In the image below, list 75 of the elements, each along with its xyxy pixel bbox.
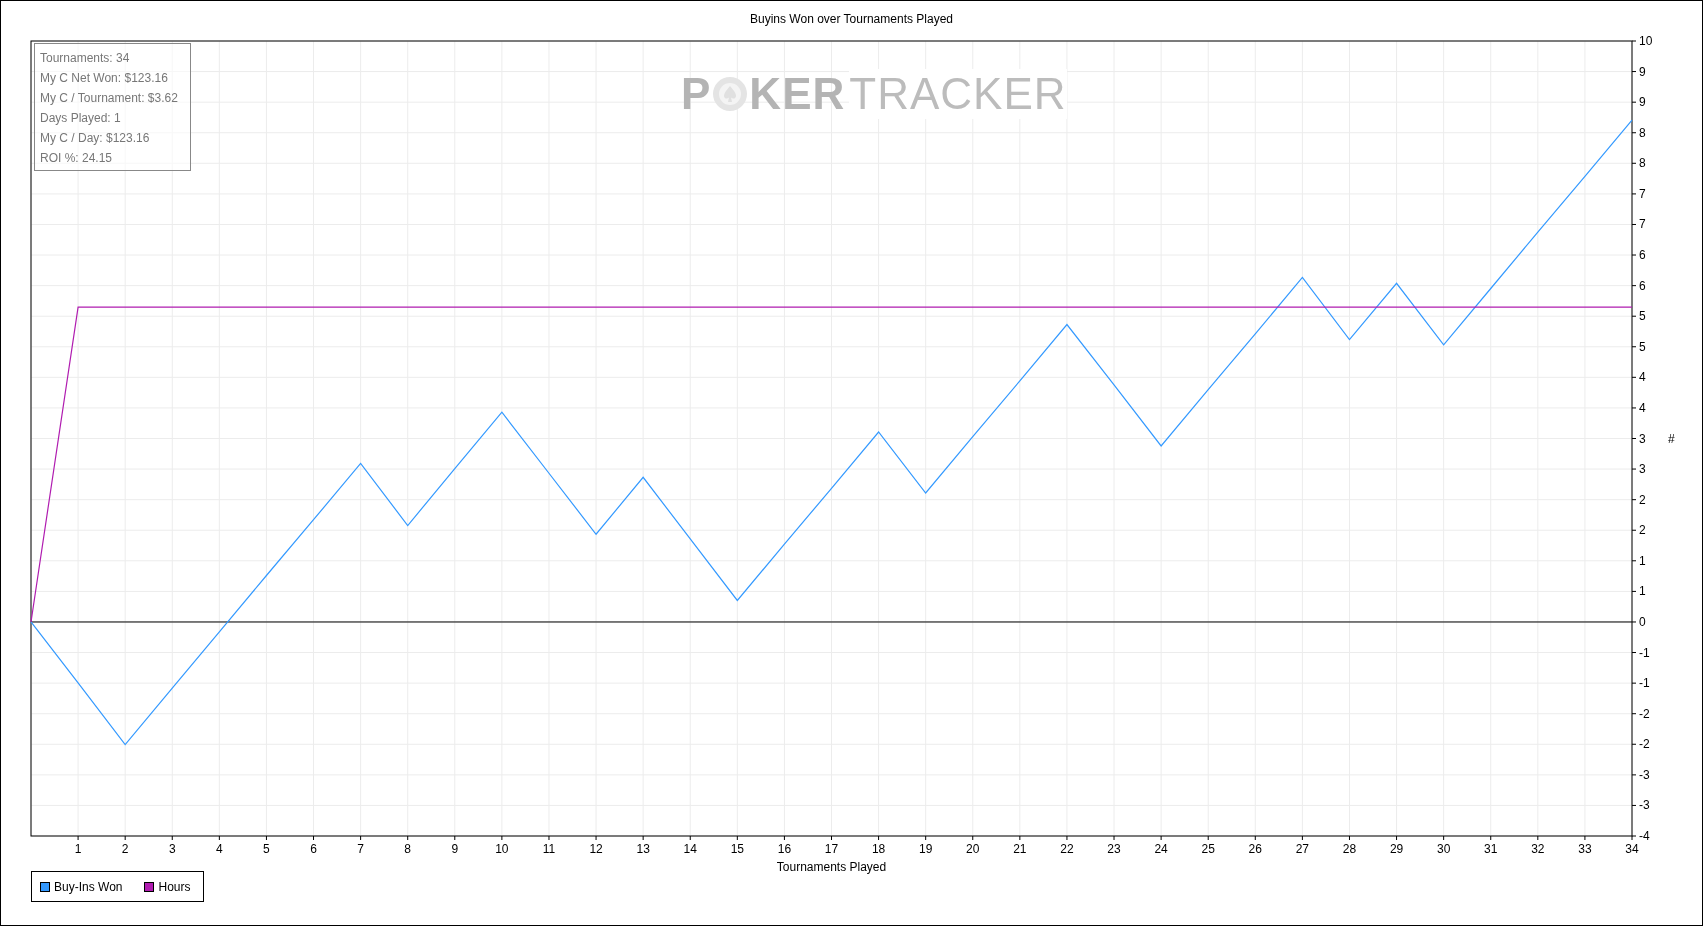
y-tick-label: 3 xyxy=(1639,462,1646,477)
x-tick-label: 27 xyxy=(1295,842,1310,856)
y-tick-label: 1 xyxy=(1639,553,1646,568)
y-tick-label: 7 xyxy=(1639,217,1646,232)
x-tick-label: 28 xyxy=(1342,842,1357,856)
stat-text: My C / Day: $123.16 xyxy=(40,130,150,147)
x-tick-label: 32 xyxy=(1531,842,1545,856)
x-tick-label: 12 xyxy=(589,842,603,856)
y-tick-label: -1 xyxy=(1639,676,1650,691)
x-tick-label: 11 xyxy=(542,842,556,856)
y-tick-label: -1 xyxy=(1639,645,1650,660)
x-tick-label: 2 xyxy=(121,842,129,856)
y-tick-label: -3 xyxy=(1639,767,1650,782)
stat-text: Tournaments: 34 xyxy=(40,50,130,67)
y-tick-label: 4 xyxy=(1639,400,1646,415)
stat-text: My C Net Won: $123.16 xyxy=(40,70,168,87)
x-tick-label: 20 xyxy=(966,842,980,856)
x-tick-label: 8 xyxy=(404,842,412,856)
x-tick-label: 13 xyxy=(636,842,650,856)
x-tick-label: 34 xyxy=(1625,842,1639,856)
x-tick-label: 24 xyxy=(1154,842,1168,856)
logo-text: KER xyxy=(749,69,846,119)
y-tick-label: -3 xyxy=(1639,798,1650,813)
legend-label: Hours xyxy=(158,879,191,894)
x-tick-label: 15 xyxy=(730,842,744,856)
y-tick-label: 1 xyxy=(1639,584,1646,599)
legend-label: Buy-Ins Won xyxy=(54,879,123,894)
x-tick-label: 5 xyxy=(263,842,270,856)
x-tick-label: 3 xyxy=(168,842,176,856)
logo-text: TRACKER xyxy=(849,69,1067,119)
y-tick-label: 2 xyxy=(1639,492,1646,507)
x-tick-label: 1 xyxy=(74,842,82,856)
x-axis-title: Tournaments Played xyxy=(776,860,887,874)
stat-text: My C / Tournament: $3.62 xyxy=(40,90,178,107)
y-tick-label: 6 xyxy=(1639,278,1646,293)
stat-text: Days Played: 1 xyxy=(40,110,121,127)
x-tick-label: 26 xyxy=(1248,842,1262,856)
x-tick-label: 21 xyxy=(1013,842,1027,856)
y-tick-label: 9 xyxy=(1639,95,1646,110)
x-tick-label: 18 xyxy=(871,842,886,856)
x-tick-label: 22 xyxy=(1060,842,1074,856)
x-tick-label: 30 xyxy=(1436,842,1451,856)
x-tick-label: 6 xyxy=(310,842,317,856)
logo-text: P xyxy=(681,69,712,119)
y-tick-label: 4 xyxy=(1639,370,1646,385)
y-tick-label: -2 xyxy=(1639,706,1650,721)
x-tick-label: 10 xyxy=(495,842,509,856)
y-tick-label: 2 xyxy=(1639,523,1646,538)
y-tick-label: 6 xyxy=(1639,248,1646,263)
x-tick-label: 31 xyxy=(1484,842,1498,856)
x-tick-label: 16 xyxy=(777,842,792,856)
x-tick-label: 7 xyxy=(357,842,364,856)
y-tick-label: -4 xyxy=(1639,829,1650,843)
stat-text: ROI %: 24.15 xyxy=(40,150,113,167)
x-tick-label: 4 xyxy=(216,842,223,856)
y-tick-label: 0 xyxy=(1639,614,1646,629)
x-tick-label: 33 xyxy=(1578,842,1592,856)
y-tick-label: -2 xyxy=(1639,737,1650,752)
y-tick-label: 3 xyxy=(1639,431,1646,446)
x-tick-label: 29 xyxy=(1389,842,1404,856)
y-tick-label: 8 xyxy=(1639,125,1646,140)
y-tick-label: 9 xyxy=(1639,64,1646,79)
x-tick-label: 23 xyxy=(1107,842,1121,856)
y-tick-label: 10 xyxy=(1639,34,1653,48)
x-tick-label: 14 xyxy=(683,842,697,856)
y-tick-label: 8 xyxy=(1639,156,1646,171)
y-tick-label: 5 xyxy=(1639,339,1646,354)
x-tick-label: 25 xyxy=(1201,842,1215,856)
x-tick-label: 19 xyxy=(919,842,933,856)
x-tick-label: 17 xyxy=(824,842,839,856)
chart-title: Buyins Won over Tournaments Played xyxy=(749,11,954,28)
y-tick-label: 5 xyxy=(1639,309,1646,324)
y-axis-title: # xyxy=(1668,431,1675,446)
y-tick-label: 7 xyxy=(1639,186,1646,201)
x-tick-label: 9 xyxy=(451,842,459,856)
